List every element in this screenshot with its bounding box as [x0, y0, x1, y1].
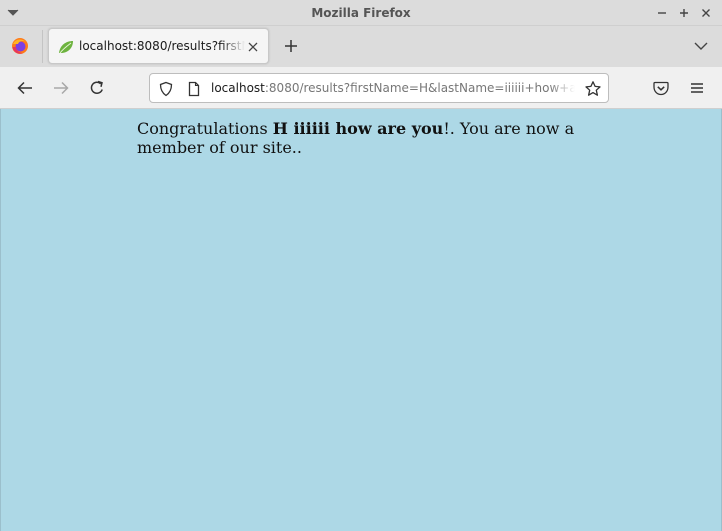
congratulations-message: Congratulations H iiiiii how are you!. Y…: [137, 119, 607, 157]
hamburger-menu-icon[interactable]: [687, 78, 707, 98]
page-icon[interactable]: [186, 81, 202, 97]
leaf-favicon-icon: [58, 39, 74, 55]
firefox-logo-icon[interactable]: [10, 36, 30, 56]
new-tab-plus-icon[interactable]: [281, 36, 301, 56]
tab-separator: [42, 30, 43, 63]
tab-strip: localhost:8080/results?firstName=H&lastN…: [0, 26, 722, 67]
tab-title: localhost:8080/results?firstName=H&lastN…: [79, 39, 245, 53]
tab-results[interactable]: localhost:8080/results?firstName=H&lastN…: [48, 28, 269, 64]
back-arrow-icon[interactable]: [15, 78, 35, 98]
star-icon[interactable]: [584, 80, 602, 98]
maximize-icon[interactable]: [676, 5, 692, 21]
forward-arrow-icon[interactable]: [51, 78, 71, 98]
url-path: :8080/results?firstName=H&lastName=iiiii…: [264, 81, 575, 95]
pocket-icon[interactable]: [651, 78, 671, 98]
minimize-icon[interactable]: [654, 5, 670, 21]
shield-icon[interactable]: [158, 81, 174, 97]
message-prefix: Congratulations: [137, 119, 273, 138]
window-title: Mozilla Firefox: [311, 6, 411, 20]
url-host: localhost: [211, 81, 265, 95]
tab-list-chevron-down-icon[interactable]: [692, 38, 710, 54]
reload-icon[interactable]: [87, 78, 107, 98]
navigation-toolbar: localhost:8080/results?firstName=H&lastN…: [0, 67, 722, 109]
member-name: H iiiiii how are you: [272, 119, 444, 138]
window-titlebar: Mozilla Firefox: [0, 0, 722, 26]
close-icon[interactable]: [698, 5, 714, 21]
page-content: Congratulations H iiiiii how are you!. Y…: [0, 109, 722, 531]
tab-close-icon[interactable]: [246, 40, 260, 54]
url-text[interactable]: localhost:8080/results?firstName=H&lastN…: [211, 81, 575, 97]
url-bar[interactable]: localhost:8080/results?firstName=H&lastN…: [149, 73, 609, 103]
